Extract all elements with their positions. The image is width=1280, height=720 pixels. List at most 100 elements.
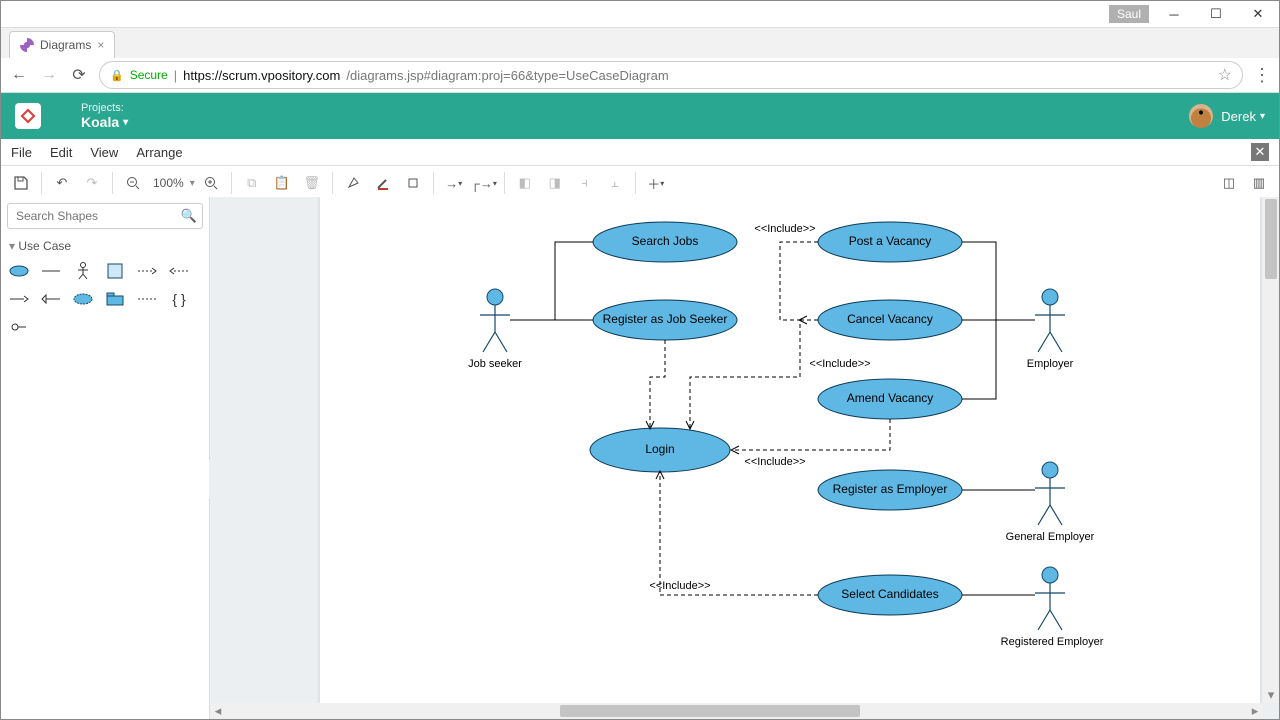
chevron-down-icon: ▾ bbox=[123, 117, 128, 128]
usecase-register-job-seeker[interactable]: Register as Job Seeker bbox=[593, 300, 737, 340]
paste-button[interactable]: 📋 bbox=[268, 169, 296, 197]
redo-button[interactable]: ↷ bbox=[78, 169, 106, 197]
canvas-area[interactable]: Job seeker Employer bbox=[210, 197, 1279, 719]
usecase-register-employer[interactable]: Register as Employer bbox=[818, 470, 962, 510]
connector-style-button[interactable]: →▾ bbox=[440, 169, 468, 197]
shape-actor[interactable] bbox=[71, 261, 95, 281]
usecase-search-jobs[interactable]: Search Jobs bbox=[593, 222, 737, 262]
palette-section-header[interactable]: Use Case bbox=[1, 235, 209, 257]
shape-realization[interactable] bbox=[135, 289, 159, 309]
svg-text:Amend Vacancy: Amend Vacancy bbox=[847, 391, 934, 405]
include-amend-login[interactable] bbox=[732, 419, 890, 450]
address-bar[interactable]: 🔒 Secure | https://scrum.vpository.com/d… bbox=[99, 61, 1243, 89]
vertical-scrollbar[interactable]: ▴▾ bbox=[1263, 197, 1279, 703]
to-back-button[interactable]: ◨ bbox=[541, 169, 569, 197]
format-panel-button[interactable]: ▥ bbox=[1245, 169, 1273, 197]
svg-text:General Employer: General Employer bbox=[1006, 531, 1095, 543]
include-label: <<Include>> bbox=[754, 223, 815, 235]
os-titlebar: Saul ─ ☐ ✕ bbox=[1, 1, 1279, 28]
svg-text:Register as Job Seeker: Register as Job Seeker bbox=[603, 312, 728, 326]
waypoint-style-button[interactable]: ┌→▾ bbox=[470, 169, 498, 197]
add-button[interactable]: ＋▾ bbox=[642, 169, 670, 197]
shape-generalization[interactable] bbox=[39, 289, 63, 309]
shape-collaboration[interactable] bbox=[71, 289, 95, 309]
panel-close-button[interactable]: ✕ bbox=[1251, 143, 1269, 161]
window-close-button[interactable]: ✕ bbox=[1237, 1, 1279, 27]
user-avatar[interactable] bbox=[1189, 104, 1213, 128]
menu-file[interactable]: File bbox=[11, 145, 32, 160]
diagram-canvas[interactable]: Job seeker Employer bbox=[320, 197, 1260, 717]
shape-package[interactable] bbox=[103, 289, 127, 309]
search-shapes-input[interactable] bbox=[7, 203, 203, 229]
shape-system[interactable] bbox=[103, 261, 127, 281]
search-icon: 🔍 bbox=[181, 208, 197, 224]
os-user-tag: Saul bbox=[1109, 5, 1149, 23]
url-path: /diagrams.jsp#diagram:proj=66&type=UseCa… bbox=[346, 68, 668, 83]
svg-text:Register as Employer: Register as Employer bbox=[833, 482, 948, 496]
shadow-button[interactable] bbox=[399, 169, 427, 197]
user-menu[interactable]: Derek▾ bbox=[1221, 109, 1265, 124]
to-front-button[interactable]: ◧ bbox=[511, 169, 539, 197]
usecase-cancel-vacancy[interactable]: Cancel Vacancy bbox=[818, 300, 962, 340]
nav-back-button[interactable]: ← bbox=[9, 66, 29, 84]
svg-text:Select Candidates: Select Candidates bbox=[841, 587, 938, 601]
usecase-login[interactable]: Login bbox=[590, 428, 730, 472]
undo-button[interactable]: ↶ bbox=[48, 169, 76, 197]
browser-menu-button[interactable]: ⋮ bbox=[1253, 65, 1271, 86]
actor-general-employer[interactable]: General Employer bbox=[1006, 462, 1095, 543]
menu-arrange[interactable]: Arrange bbox=[136, 145, 182, 160]
svg-text:Post a Vacancy: Post a Vacancy bbox=[849, 234, 932, 248]
svg-text:Cancel Vacancy: Cancel Vacancy bbox=[847, 312, 933, 326]
shape-usecase[interactable] bbox=[7, 261, 31, 281]
usecase-select-candidates[interactable]: Select Candidates bbox=[818, 575, 962, 615]
svg-text:Job seeker: Job seeker bbox=[468, 358, 522, 370]
zoom-out-button[interactable] bbox=[119, 169, 147, 197]
actor-registered-employer[interactable]: Registered Employer bbox=[1001, 567, 1104, 648]
assoc-jobseeker-search[interactable] bbox=[555, 242, 593, 320]
usecase-post-vacancy[interactable]: Post a Vacancy bbox=[818, 222, 962, 262]
distribute-button[interactable]: ⫠ bbox=[601, 169, 629, 197]
save-button[interactable] bbox=[7, 169, 35, 197]
menu-view[interactable]: View bbox=[90, 145, 118, 160]
app-toolbar: ↶ ↷ 100%▾ ⧉ 📋 🗑 →▾ ┌→▾ ◧ ◨ ⫞ ⫠ ＋▾ ◫ ▥ bbox=[1, 166, 1279, 201]
bookmark-star-icon[interactable]: ☆ bbox=[1218, 65, 1232, 85]
browser-tabstrip: Diagrams × bbox=[1, 28, 1279, 58]
outline-panel-button[interactable]: ◫ bbox=[1215, 169, 1243, 197]
actor-employer[interactable]: Employer bbox=[1027, 289, 1074, 370]
line-color-button[interactable] bbox=[369, 169, 397, 197]
include-register-login[interactable] bbox=[650, 340, 665, 428]
shape-constraint[interactable]: { } bbox=[167, 289, 191, 309]
svg-text:Search Jobs: Search Jobs bbox=[632, 234, 699, 248]
app-logo[interactable] bbox=[15, 103, 41, 129]
assoc-employer-amend[interactable] bbox=[962, 320, 996, 399]
nav-reload-button[interactable]: ⟳ bbox=[69, 65, 89, 85]
browser-tab[interactable]: Diagrams × bbox=[9, 31, 115, 58]
shape-dependency[interactable] bbox=[7, 289, 31, 309]
zoom-level[interactable]: 100% bbox=[149, 176, 188, 190]
projects-label: Projects: bbox=[81, 102, 128, 114]
shape-include[interactable] bbox=[167, 261, 191, 281]
shape-extend[interactable] bbox=[135, 261, 159, 281]
align-button[interactable]: ⫞ bbox=[571, 169, 599, 197]
shape-association[interactable] bbox=[39, 261, 63, 281]
assoc-employer-post[interactable] bbox=[962, 242, 996, 320]
menu-edit[interactable]: Edit bbox=[50, 145, 72, 160]
svg-text:Login: Login bbox=[645, 442, 674, 456]
shape-palette: { } bbox=[1, 257, 209, 341]
include-label: <<Include>> bbox=[809, 358, 870, 370]
tab-close-icon[interactable]: × bbox=[97, 38, 104, 52]
window-minimize-button[interactable]: ─ bbox=[1153, 1, 1195, 27]
zoom-in-button[interactable] bbox=[197, 169, 225, 197]
include-select-login[interactable] bbox=[660, 472, 818, 595]
fill-color-button[interactable] bbox=[339, 169, 367, 197]
lock-icon: 🔒 bbox=[110, 69, 124, 82]
window-maximize-button[interactable]: ☐ bbox=[1195, 1, 1237, 27]
project-picker[interactable]: Projects: Koala▾ bbox=[81, 102, 128, 130]
actor-job-seeker[interactable]: Job seeker bbox=[468, 289, 522, 370]
copy-button[interactable]: ⧉ bbox=[238, 169, 266, 197]
horizontal-scrollbar[interactable]: ◂▸ bbox=[210, 703, 1263, 719]
delete-button[interactable]: 🗑 bbox=[298, 169, 326, 197]
shape-interface[interactable] bbox=[7, 317, 31, 337]
usecase-amend-vacancy[interactable]: Amend Vacancy bbox=[818, 379, 962, 419]
nav-forward-button[interactable]: → bbox=[39, 66, 59, 84]
